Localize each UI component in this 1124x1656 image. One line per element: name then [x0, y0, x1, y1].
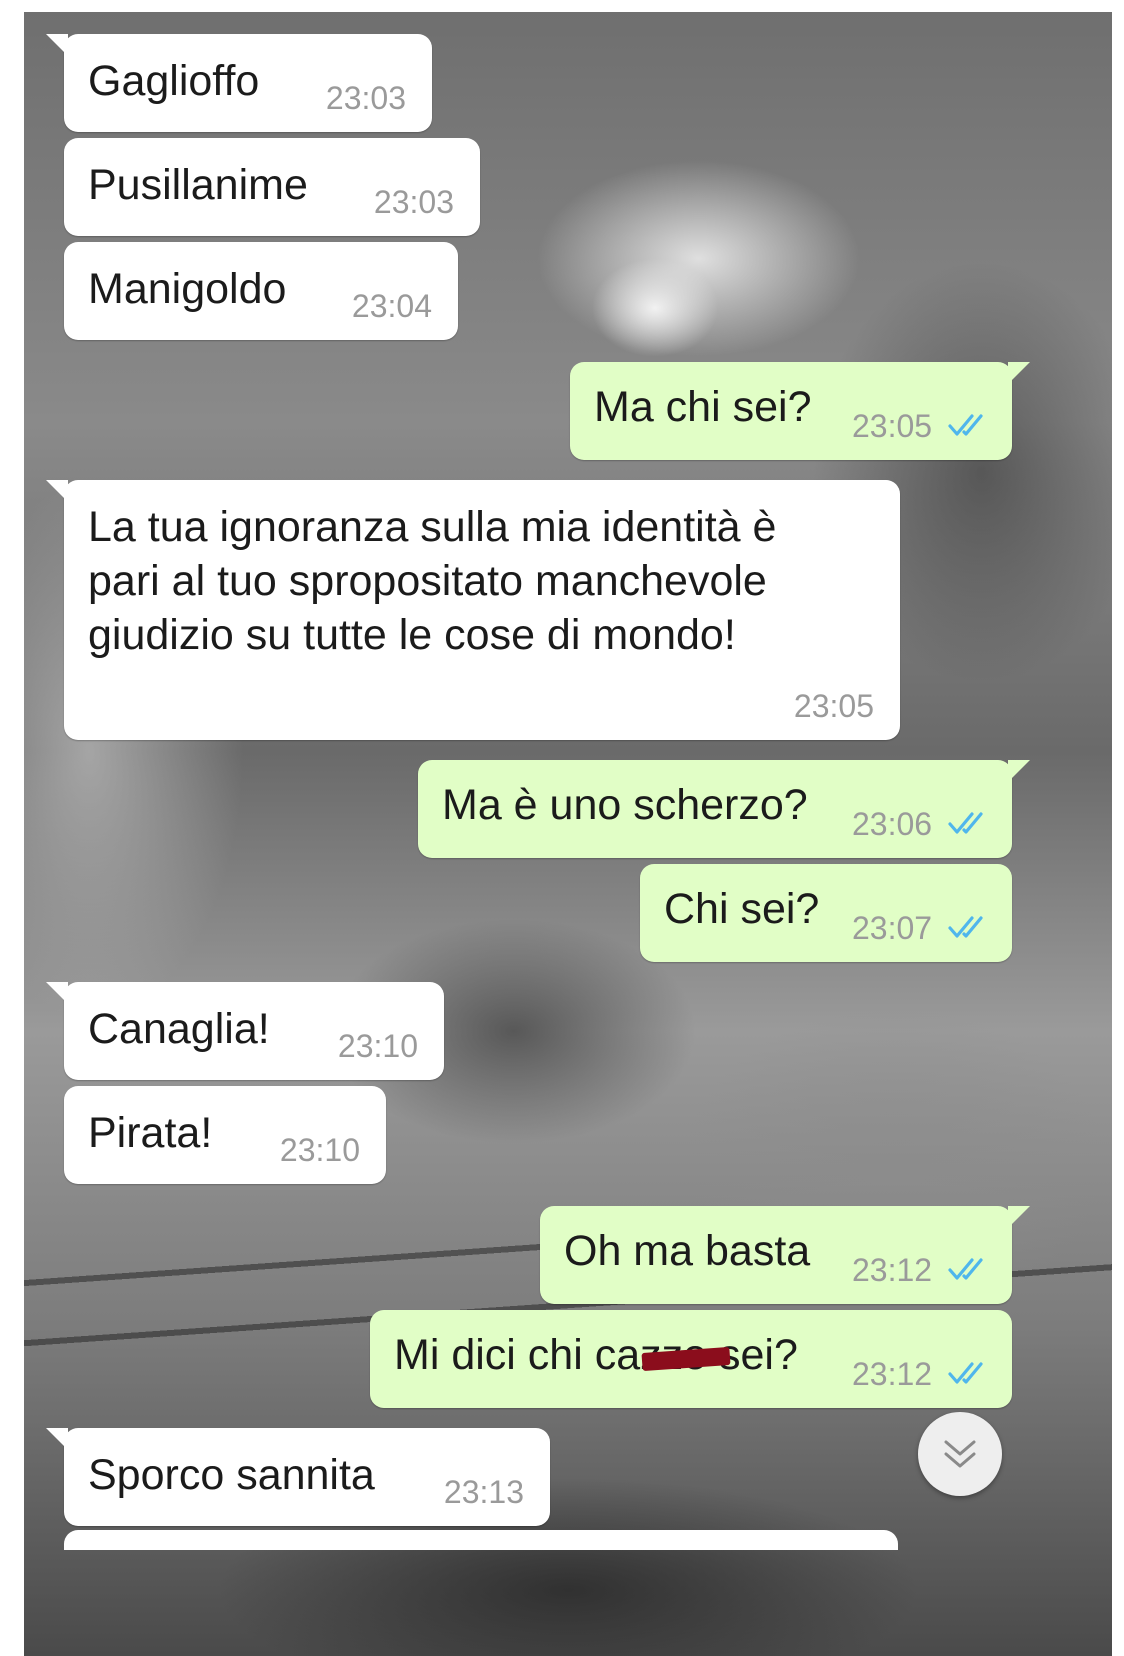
message-bubble-incoming[interactable]: Manigoldo 23:04 [64, 242, 458, 340]
message-time: 23:12 [852, 1252, 933, 1288]
message-text: Mi dici chi cazzo sei? [394, 1328, 798, 1382]
message-time: 23:13 [443, 1474, 524, 1510]
message-time: 23:03 [373, 184, 454, 220]
message-time: 23:05 [793, 688, 874, 724]
double-check-icon [948, 1258, 983, 1280]
scroll-to-bottom-button[interactable] [918, 1412, 1002, 1496]
message-text: Oh ma basta [564, 1227, 811, 1275]
message-time: 23:04 [351, 288, 432, 324]
double-check-icon [948, 414, 983, 436]
message-bubble-outgoing[interactable]: Ma chi sei? 23:05 [570, 362, 1030, 460]
message-time: 23:06 [852, 806, 933, 842]
message-bubble-outgoing[interactable]: Chi sei? 23:07 [640, 864, 1012, 962]
message-bubble-incoming[interactable]: Canaglia! 23:10 [46, 982, 444, 1080]
bubble-tail [46, 982, 68, 1004]
message-text: Gaglioffo [88, 57, 260, 105]
message-text: Pusillanime [88, 161, 308, 209]
message-bubble-incoming[interactable]: Sporco sannita 23:13 [46, 1428, 550, 1526]
message-text: Canaglia! [88, 1005, 270, 1053]
message-text: La tua ignoranza sulla mia identità è pa… [88, 503, 777, 659]
chat-screen: Gaglioffo 23:03 Pusillanime 23:03 Manigo… [0, 0, 1124, 1656]
message-text: Pirata! [88, 1109, 213, 1157]
message-text: Ma chi sei? [594, 383, 812, 431]
double-check-icon [948, 1362, 983, 1384]
message-text: Manigoldo [88, 265, 287, 313]
message-bubble-outgoing[interactable]: Ma è uno scherzo? 23:06 [418, 760, 1030, 858]
message-bubble-incoming[interactable]: La tua ignoranza sulla mia identità è pa… [46, 480, 900, 740]
bubble-tail [46, 34, 68, 56]
next-message-bubble-partial [64, 1530, 898, 1550]
message-time: 23:12 [852, 1356, 933, 1392]
message-time: 23:05 [852, 408, 933, 444]
message-time: 23:03 [325, 80, 406, 116]
message-time: 23:10 [279, 1132, 360, 1168]
message-text: Sporco sannita [88, 1451, 375, 1499]
bubble-tail [1008, 362, 1030, 384]
bubble-tail [46, 1428, 68, 1450]
message-bubble-incoming[interactable]: Pirata! 23:10 [64, 1086, 386, 1184]
double-chevron-down-icon [944, 1440, 976, 1468]
bubble-tail [1008, 1206, 1030, 1228]
message-bubble-incoming[interactable]: Pusillanime 23:03 [64, 138, 480, 236]
message-bubble-outgoing[interactable]: Mi dici chi cazzo sei? 23:12 [370, 1310, 1012, 1408]
message-text: Chi sei? [664, 885, 820, 933]
double-check-icon [948, 916, 983, 938]
bubble-tail [1008, 760, 1030, 782]
message-text: Ma è uno scherzo? [442, 781, 808, 829]
message-time: 23:10 [337, 1028, 418, 1064]
message-bubble-outgoing[interactable]: Oh ma basta 23:12 [540, 1206, 1030, 1304]
double-check-icon [948, 812, 983, 834]
bubble-tail [46, 480, 68, 502]
message-text-part: Mi dici chi ca [394, 1331, 641, 1379]
message-time: 23:07 [852, 910, 933, 946]
message-bubble-incoming[interactable]: Gaglioffo 23:03 [46, 34, 432, 132]
